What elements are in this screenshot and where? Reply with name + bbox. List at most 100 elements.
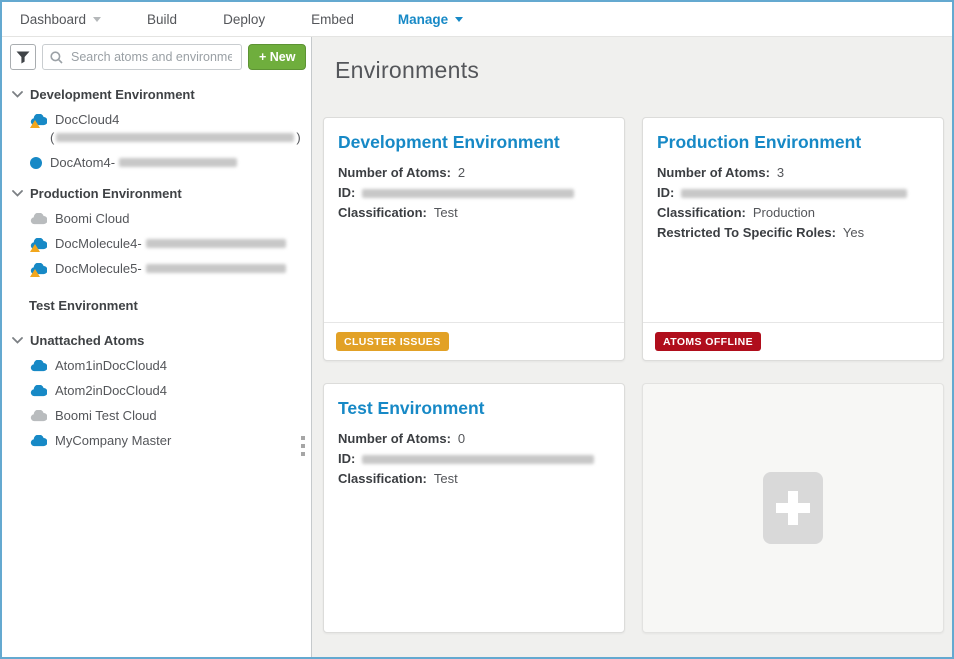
redacted-id — [362, 455, 594, 464]
cloud-warning-icon — [30, 262, 47, 275]
search-box — [42, 44, 242, 70]
content-area: + New Development Environment — [2, 37, 952, 657]
chevron-down-icon — [455, 17, 463, 22]
nav-item-build[interactable]: Build — [147, 12, 177, 27]
cloud-blue-icon — [30, 384, 47, 397]
tree-item-doccloud4-id: ( ) — [2, 130, 311, 145]
field-id: ID: — [657, 186, 929, 200]
cloud-warning-icon — [30, 113, 47, 126]
nav-item-embed[interactable]: Embed — [311, 12, 354, 27]
nav-item-label: Manage — [398, 12, 448, 27]
tree-group-header[interactable]: Production Environment — [2, 186, 311, 201]
nav-item-label: Embed — [311, 12, 354, 27]
field-number-of-atoms: Number of Atoms: 0 — [338, 432, 610, 446]
nav-item-manage[interactable]: Manage — [398, 12, 463, 27]
tree-group-development-environment: Development Environment DocCloud4 ( ) — [2, 87, 311, 170]
tree-item-boomi-cloud[interactable]: Boomi Cloud — [2, 211, 311, 226]
environment-cards: Development Environment Number of Atoms:… — [323, 117, 942, 633]
cloud-warning-icon — [30, 237, 47, 250]
tree-item-doccloud4[interactable]: DocCloud4 — [2, 112, 311, 127]
nav-item-dashboard[interactable]: Dashboard — [20, 12, 101, 27]
tree-group-label: Unattached Atoms — [30, 333, 144, 348]
tree-item-mycompany-master[interactable]: MyCompany Master — [2, 433, 311, 448]
tree-item-label: DocMolecule4- — [55, 236, 142, 251]
card-development-environment: Development Environment Number of Atoms:… — [323, 117, 625, 361]
funnel-icon — [16, 51, 30, 64]
chevron-down-icon — [12, 337, 23, 344]
environment-tree: Development Environment DocCloud4 ( ) — [2, 76, 311, 657]
nav-item-deploy[interactable]: Deploy — [223, 12, 265, 27]
card-title-link[interactable]: Test Environment — [338, 398, 610, 419]
paren-close: ) — [296, 130, 300, 145]
tree-item-boomi-test-cloud[interactable]: Boomi Test Cloud — [2, 408, 311, 423]
status-badge-atoms-offline: ATOMS OFFLINE — [655, 332, 761, 351]
redacted-id — [146, 264, 286, 273]
nav-item-label: Deploy — [223, 12, 265, 27]
tree-item-atom1indoccloud4[interactable]: Atom1inDocCloud4 — [2, 358, 311, 373]
tree-item-docmolecule5[interactable]: DocMolecule5- — [2, 261, 311, 276]
tree-group-unattached-atoms: Unattached Atoms Atom1inDocCloud4 Atom2i… — [2, 333, 311, 448]
field-id: ID: — [338, 452, 610, 466]
field-classification: Classification: Production — [657, 206, 929, 220]
tree-group-label: Development Environment — [30, 87, 195, 102]
add-environment-button[interactable] — [763, 472, 823, 544]
cloud-blue-icon — [30, 434, 47, 447]
nav-item-label: Build — [147, 12, 177, 27]
cloud-gray-icon — [30, 212, 47, 225]
search-input[interactable] — [69, 49, 234, 65]
field-id: ID: — [338, 186, 610, 200]
redacted-id — [56, 133, 294, 142]
card-title-link[interactable]: Production Environment — [657, 132, 929, 153]
field-number-of-atoms: Number of Atoms: 2 — [338, 166, 610, 180]
tree-item-label: Boomi Cloud — [55, 211, 129, 226]
tree-item-label: Atom2inDocCloud4 — [55, 383, 167, 398]
card-title-link[interactable]: Development Environment — [338, 132, 610, 153]
field-classification: Classification: Test — [338, 206, 610, 220]
tree-item-docatom4[interactable]: DocAtom4- — [2, 155, 311, 170]
sidebar-search-row: + New — [2, 37, 311, 76]
field-restricted-roles: Restricted To Specific Roles: Yes — [657, 226, 929, 240]
redacted-id — [362, 189, 574, 198]
tree-group-test-environment: Test Environment — [2, 298, 311, 313]
status-badge-cluster-issues: CLUSTER ISSUES — [336, 332, 449, 351]
tree-group-production-environment: Production Environment Boomi Cloud — [2, 186, 311, 276]
sidebar: + New Development Environment — [2, 37, 312, 657]
card-footer: ATOMS OFFLINE — [643, 322, 943, 360]
top-nav: Dashboard Build Deploy Embed Manage — [2, 2, 952, 37]
new-button[interactable]: + New — [248, 44, 306, 70]
chevron-down-icon — [12, 91, 23, 98]
tree-group-header[interactable]: Development Environment — [2, 87, 311, 102]
tree-group-header[interactable]: Test Environment — [2, 298, 311, 313]
tree-item-docmolecule4[interactable]: DocMolecule4- — [2, 236, 311, 251]
nav-item-label: Dashboard — [20, 12, 86, 27]
tree-item-label: MyCompany Master — [55, 433, 171, 448]
warning-triangle-icon — [30, 120, 40, 128]
tree-item-atom2indoccloud4[interactable]: Atom2inDocCloud4 — [2, 383, 311, 398]
card-production-environment: Production Environment Number of Atoms: … — [642, 117, 944, 361]
app-window: Dashboard Build Deploy Embed Manage — [0, 0, 954, 659]
tree-group-header[interactable]: Unattached Atoms — [2, 333, 311, 348]
chevron-down-icon — [93, 17, 101, 22]
tree-item-label: Atom1inDocCloud4 — [55, 358, 167, 373]
cloud-blue-icon — [30, 359, 47, 372]
search-icon — [50, 51, 63, 64]
sidebar-resize-handle[interactable] — [301, 436, 305, 456]
field-number-of-atoms: Number of Atoms: 3 — [657, 166, 929, 180]
card-footer: CLUSTER ISSUES — [324, 322, 624, 360]
redacted-id — [681, 189, 907, 198]
card-add-environment — [642, 383, 944, 633]
tree-item-label: Boomi Test Cloud — [55, 408, 157, 423]
page-title: Environments — [335, 57, 942, 84]
main-panel: Environments Development Environment Num… — [312, 37, 952, 657]
card-test-environment: Test Environment Number of Atoms: 0 ID: … — [323, 383, 625, 633]
redacted-id — [146, 239, 286, 248]
warning-triangle-icon — [30, 269, 40, 277]
chevron-down-icon — [12, 190, 23, 197]
tree-group-label: Test Environment — [29, 298, 138, 313]
warning-triangle-icon — [30, 244, 40, 252]
cloud-gray-icon — [30, 409, 47, 422]
atom-status-icon — [30, 157, 42, 169]
redacted-id — [119, 158, 237, 167]
paren-open: ( — [50, 130, 54, 145]
filter-button[interactable] — [10, 44, 36, 70]
